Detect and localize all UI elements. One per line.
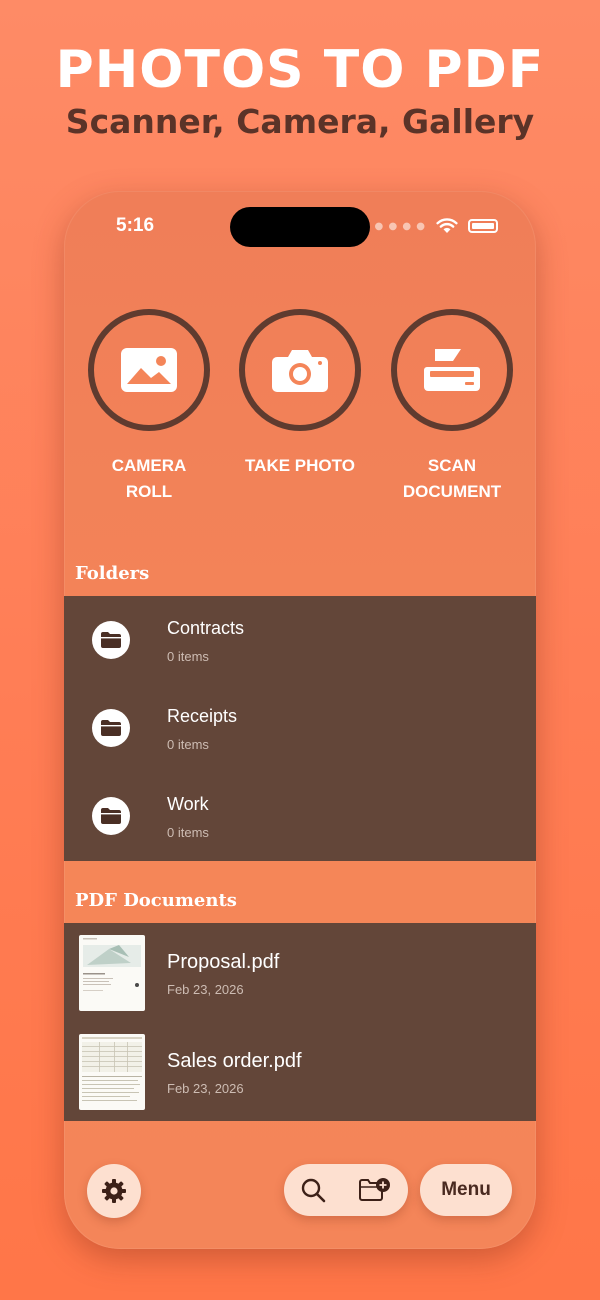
folder-plus-icon[interactable] bbox=[358, 1177, 392, 1203]
camera-roll-label: CAMERA ROLL bbox=[87, 453, 211, 505]
document-name: Proposal.pdf bbox=[167, 951, 280, 973]
scan-document-ring[interactable] bbox=[391, 309, 513, 431]
folder-row-receipts[interactable]: Receipts 0 items bbox=[64, 684, 536, 772]
search-newfolder-group bbox=[284, 1164, 408, 1216]
status-time: 5:16 bbox=[116, 215, 155, 236]
dynamic-island bbox=[230, 207, 370, 247]
folder-row-work[interactable]: Work 0 items bbox=[64, 772, 536, 860]
document-date: Feb 23, 2026 bbox=[167, 1081, 244, 1096]
take-photo-button[interactable]: TAKE PHOTO bbox=[238, 309, 362, 479]
take-photo-ring[interactable] bbox=[239, 309, 361, 431]
cellular-dots-icon: ● ● ● ● bbox=[374, 220, 426, 232]
folders-list: Contracts 0 items Receipts 0 items Work … bbox=[64, 596, 536, 861]
folder-icon bbox=[92, 709, 130, 747]
camera-roll-label-line1: CAMERA bbox=[111, 456, 187, 475]
document-row-proposal[interactable]: Proposal.pdf Feb 23, 2026 bbox=[64, 923, 536, 1022]
menu-button[interactable]: Menu bbox=[420, 1164, 512, 1216]
document-thumbnail bbox=[79, 935, 145, 1011]
folder-count: 0 items bbox=[167, 825, 209, 840]
scan-document-label-line2: DOCUMENT bbox=[402, 482, 502, 501]
folder-name: Contracts bbox=[167, 618, 245, 638]
status-icons: ● ● ● ● bbox=[375, 218, 498, 234]
folder-icon bbox=[92, 797, 130, 835]
battery-icon bbox=[468, 219, 498, 233]
folder-icon bbox=[92, 621, 130, 659]
settings-button[interactable] bbox=[87, 1164, 141, 1218]
scan-document-label-line1: SCAN bbox=[427, 456, 477, 475]
promo-subline: Scanner, Camera, Gallery bbox=[65, 102, 535, 141]
camera-roll-button[interactable]: CAMERA ROLL bbox=[87, 309, 211, 505]
folder-count: 0 items bbox=[167, 737, 209, 752]
scan-document-label: SCAN DOCUMENT bbox=[390, 453, 514, 505]
folder-name: Work bbox=[167, 794, 209, 814]
menu-label: Menu bbox=[441, 1179, 491, 1200]
scanner-icon bbox=[424, 349, 480, 391]
take-photo-label: TAKE PHOTO bbox=[238, 453, 362, 479]
folders-section-title: Folders bbox=[75, 563, 150, 584]
document-name: Sales order.pdf bbox=[167, 1050, 302, 1072]
phone-screen: 5:16 ● ● ● ● CAMERA ROLL TAKE PHOTO SCAN… bbox=[64, 191, 536, 1249]
document-thumbnail bbox=[79, 1034, 145, 1110]
folder-row-contracts[interactable]: Contracts 0 items bbox=[64, 596, 536, 684]
take-photo-label-line1: TAKE PHOTO bbox=[245, 456, 355, 475]
search-icon[interactable] bbox=[300, 1177, 326, 1203]
promo-headline: PHOTOS TO PDF bbox=[55, 40, 545, 100]
documents-list: Proposal.pdf Feb 23, 2026 Sales order.pd… bbox=[64, 923, 536, 1121]
folder-name: Receipts bbox=[167, 706, 238, 726]
gear-icon bbox=[102, 1179, 126, 1203]
camera-roll-ring[interactable] bbox=[88, 309, 210, 431]
documents-section-title: PDF Documents bbox=[75, 890, 237, 911]
wifi-icon bbox=[436, 218, 458, 233]
camera-icon bbox=[272, 350, 328, 392]
folder-count: 0 items bbox=[167, 649, 209, 664]
scan-document-button[interactable]: SCAN DOCUMENT bbox=[390, 309, 514, 505]
image-icon bbox=[121, 348, 177, 392]
camera-roll-label-line2: ROLL bbox=[125, 482, 173, 501]
document-date: Feb 23, 2026 bbox=[167, 982, 244, 997]
document-row-sales-order[interactable]: Sales order.pdf Feb 23, 2026 bbox=[64, 1022, 536, 1121]
